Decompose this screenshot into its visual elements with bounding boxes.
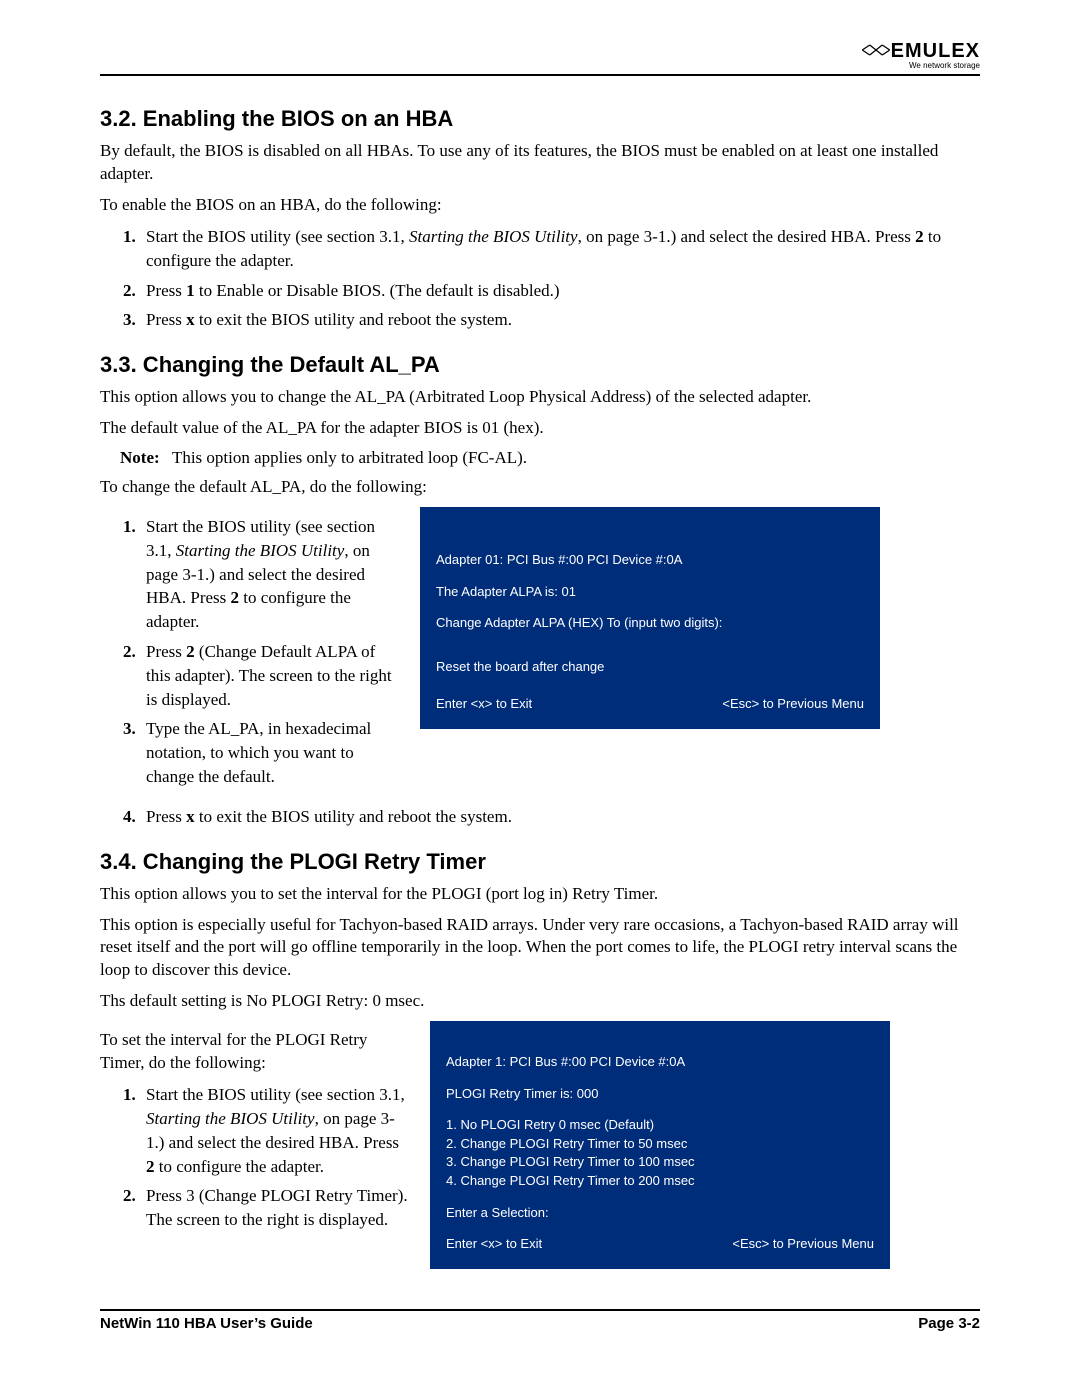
screen-options: 1. No PLOGI Retry 0 msec (Default) 2. Ch… — [446, 1116, 874, 1189]
step: Press x to exit the BIOS utility and reb… — [140, 805, 980, 829]
body-text: This option is especially useful for Tac… — [100, 914, 980, 983]
screen-option: 1. No PLOGI Retry 0 msec (Default) — [446, 1116, 874, 1134]
footer-page: Page 3-2 — [918, 1315, 980, 1332]
screen-line: Adapter 01: PCI Bus #:00 PCI Device #:0A — [436, 551, 864, 569]
step: Press 2 (Change Default ALPA of this ada… — [140, 640, 400, 711]
note: Note: This option applies only to arbitr… — [120, 448, 980, 468]
step: Start the BIOS utility (see section 3.1,… — [140, 515, 400, 634]
screen-back-hint: <Esc> to Previous Menu — [722, 695, 864, 713]
brand-tagline: We network storage — [100, 61, 980, 70]
screen-exit-hint: Enter <x> to Exit — [436, 695, 532, 713]
screen-option: 2. Change PLOGI Retry Timer to 50 msec — [446, 1135, 874, 1153]
alpa-screen: Adapter 01: PCI Bus #:00 PCI Device #:0A… — [420, 507, 880, 729]
note-label: Note: — [120, 448, 168, 468]
brand-block: EMULEX We network storage — [100, 40, 980, 70]
brand-name: EMULEX — [891, 40, 980, 62]
step: Start the BIOS utility (see section 3.1,… — [140, 225, 980, 273]
emulex-logo-icon — [861, 40, 891, 63]
screen-line: Adapter 1: PCI Bus #:00 PCI Device #:0A — [446, 1053, 874, 1071]
plogi-screen: Adapter 1: PCI Bus #:00 PCI Device #:0A … — [430, 1021, 890, 1268]
screen-line: The Adapter ALPA is: 01 — [436, 583, 864, 601]
step: Type the AL_PA, in hexadecimal notation,… — [140, 717, 400, 788]
body-text: This option allows you to change the AL_… — [100, 386, 980, 409]
screen-line: Change Adapter ALPA (HEX) To (input two … — [436, 614, 864, 632]
header-rule — [100, 74, 980, 76]
note-text: This option applies only to arbitrated l… — [172, 448, 527, 467]
step: Press 3 (Change PLOGI Retry Timer). The … — [140, 1184, 410, 1232]
screen-line: Reset the board after change — [436, 658, 864, 676]
body-text: To enable the BIOS on an HBA, do the fol… — [100, 194, 980, 217]
body-text: To set the interval for the PLOGI Retry … — [100, 1029, 410, 1075]
section-3-3-heading: 3.3. Changing the Default AL_PA — [100, 352, 980, 378]
body-text: This option allows you to set the interv… — [100, 883, 980, 906]
footer-rule — [100, 1309, 980, 1311]
screen-option: 4. Change PLOGI Retry Timer to 200 msec — [446, 1172, 874, 1190]
screen-prompt: Enter a Selection: — [446, 1204, 874, 1222]
steps-list: Start the BIOS utility (see section 3.1,… — [140, 1083, 410, 1232]
screen-option: 3. Change PLOGI Retry Timer to 100 msec — [446, 1153, 874, 1171]
steps-list: Start the BIOS utility (see section 3.1,… — [140, 515, 400, 789]
section-3-4-heading: 3.4. Changing the PLOGI Retry Timer — [100, 849, 980, 875]
screen-line: PLOGI Retry Timer is: 000 — [446, 1085, 874, 1103]
section-3-2-heading: 3.2. Enabling the BIOS on an HBA — [100, 106, 980, 132]
screen-back-hint: <Esc> to Previous Menu — [732, 1235, 874, 1253]
steps-list: Press x to exit the BIOS utility and reb… — [140, 805, 980, 829]
step: Press x to exit the BIOS utility and reb… — [140, 308, 980, 332]
body-text: Ths default setting is No PLOGI Retry: 0… — [100, 990, 980, 1013]
step: Start the BIOS utility (see section 3.1,… — [140, 1083, 410, 1178]
body-text: The default value of the AL_PA for the a… — [100, 417, 980, 440]
footer-title: NetWin 110 HBA User’s Guide — [100, 1315, 313, 1332]
page-footer: NetWin 110 HBA User’s Guide Page 3-2 — [100, 1315, 980, 1332]
step: Press 1 to Enable or Disable BIOS. (The … — [140, 279, 980, 303]
body-text: To change the default AL_PA, do the foll… — [100, 476, 980, 499]
screen-exit-hint: Enter <x> to Exit — [446, 1235, 542, 1253]
body-text: By default, the BIOS is disabled on all … — [100, 140, 980, 186]
steps-list: Start the BIOS utility (see section 3.1,… — [140, 225, 980, 332]
